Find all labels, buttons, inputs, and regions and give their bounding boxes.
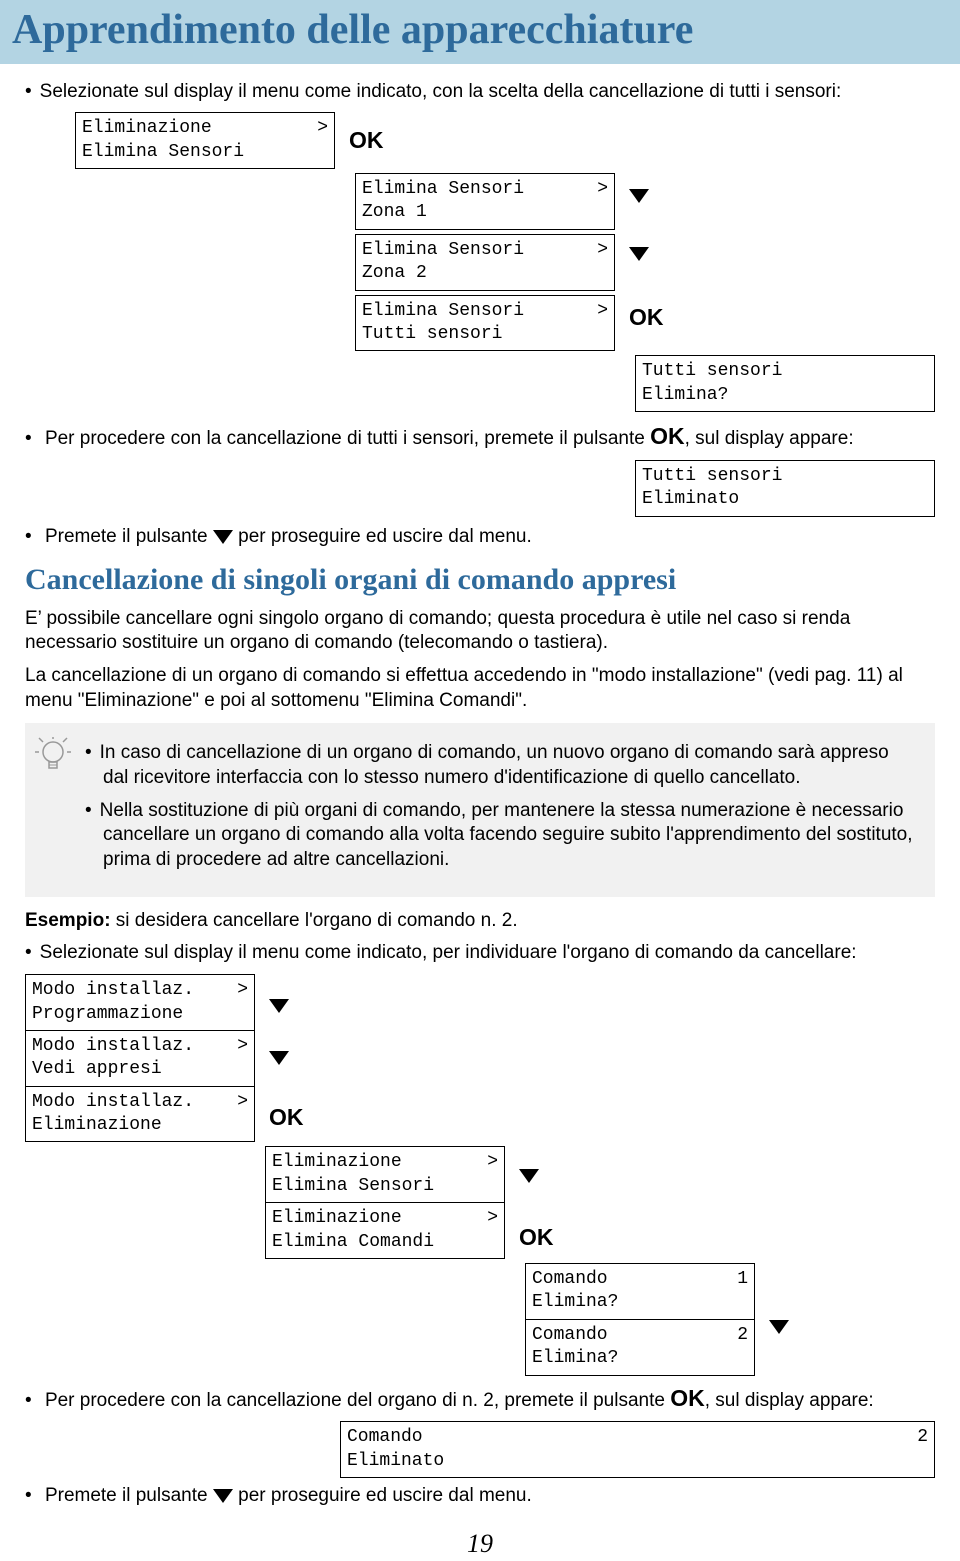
- ok-label: OK: [269, 1103, 304, 1133]
- tip-bullet-2: Nella sostituzione di più organi di coma…: [85, 799, 915, 873]
- down-arrow-icon: [519, 1169, 539, 1183]
- lcd-eliminazione: Eliminazione> Elimina Sensori: [75, 112, 335, 169]
- lcd-comando-2: Comando2 Elimina?: [525, 1320, 755, 1376]
- section-subheading: Cancellazione di singoli organi di coman…: [25, 560, 935, 599]
- ok-label: OK: [349, 126, 384, 156]
- page-number: 19: [25, 1527, 935, 1561]
- paragraph-1: E’ possibile cancellare ogni singolo org…: [25, 607, 935, 656]
- sel2-bullet: Selezionate sul display il menu come ind…: [25, 941, 935, 966]
- down-arrow-icon: [213, 530, 233, 544]
- tip-bullet-1: In caso di cancellazione di un organo di…: [85, 741, 915, 790]
- proc2-bullet: Per procedere con la cancellazione del o…: [25, 1384, 935, 1414]
- lcd-modo-elim: Modo installaz.> Eliminazione: [25, 1087, 255, 1143]
- tip-box: In caso di cancellazione di un organo di…: [25, 723, 935, 896]
- ok-label: OK: [629, 303, 664, 333]
- down-arrow-icon: [629, 189, 649, 203]
- exit-bullet: Premete il pulsante per proseguire ed us…: [25, 525, 935, 550]
- down-arrow-icon: [629, 247, 649, 261]
- paragraph-2: La cancellazione di un organo di comando…: [25, 664, 935, 713]
- ok-label: OK: [519, 1223, 554, 1253]
- lcd-zona2: Elimina Sensori> Zona 2: [355, 234, 615, 291]
- lcd-line2: Elimina Sensori: [82, 141, 328, 164]
- lcd-elim-sensori: Eliminazione> Elimina Sensori: [265, 1146, 505, 1203]
- down-arrow-icon: [213, 1489, 233, 1503]
- intro-bullet: Selezionate sul display il menu come ind…: [25, 80, 935, 105]
- exit-bullet-2: Premete il pulsante per proseguire ed us…: [25, 1484, 935, 1509]
- proc1-bullet: Per procedere con la cancellazione di tu…: [25, 422, 935, 452]
- lcd-result-eliminato: Tutti sensori Eliminato: [635, 460, 935, 517]
- down-arrow-icon: [269, 999, 289, 1013]
- lightbulb-icon: [35, 737, 71, 777]
- page-title: Apprendimento delle apparecchiature: [0, 0, 960, 64]
- lcd-comando-1: Comando1 Elimina?: [525, 1263, 755, 1320]
- down-arrow-icon: [269, 1051, 289, 1065]
- lcd-confirm-elimina: Tutti sensori Elimina?: [635, 355, 935, 412]
- example-line: Esempio: si desidera cancellare l'organo…: [25, 909, 935, 934]
- lcd-tutti: Elimina Sensori> Tutti sensori: [355, 295, 615, 352]
- lcd-modo-prog: Modo installaz.> Programmazione: [25, 974, 255, 1031]
- lcd-line1: Eliminazione: [82, 117, 212, 140]
- lcd-zona1: Elimina Sensori> Zona 1: [355, 173, 615, 230]
- lcd-elim-comandi: Eliminazione> Elimina Comandi: [265, 1203, 505, 1259]
- lcd-modo-vedi: Modo installaz.> Vedi appresi: [25, 1031, 255, 1087]
- lcd-result-comando: Comando2 Eliminato: [340, 1421, 935, 1478]
- down-arrow-icon: [769, 1320, 789, 1334]
